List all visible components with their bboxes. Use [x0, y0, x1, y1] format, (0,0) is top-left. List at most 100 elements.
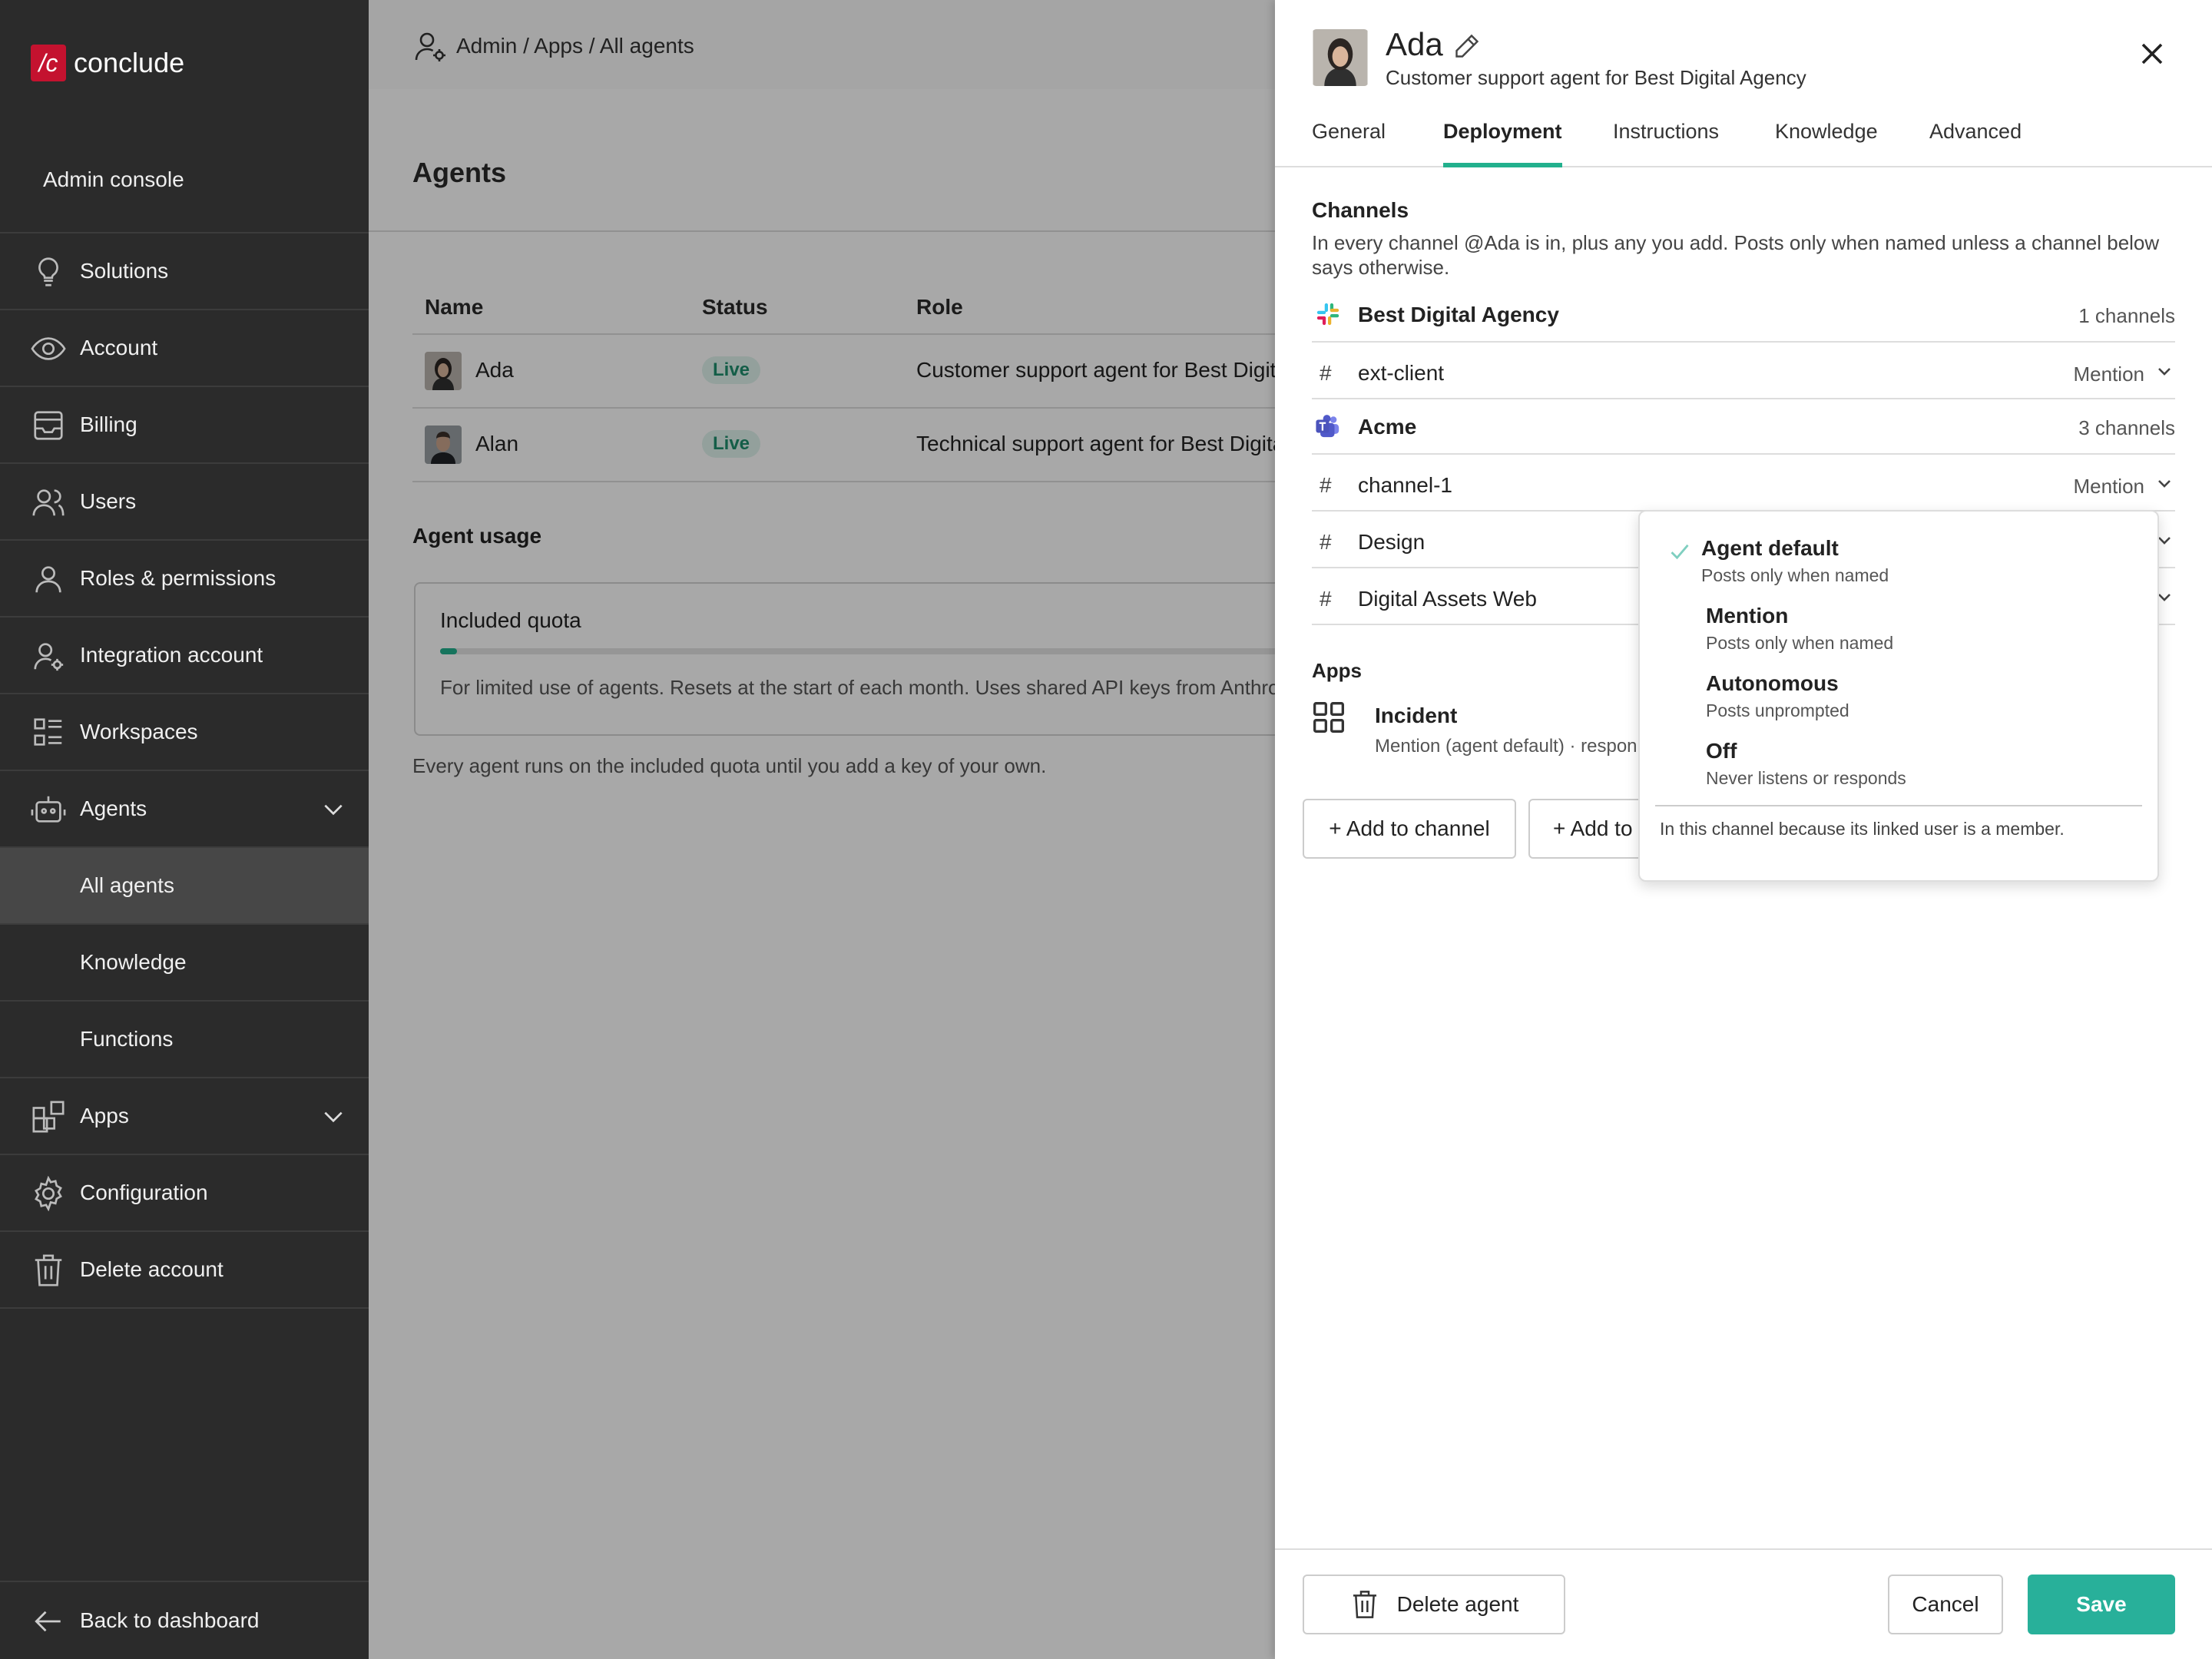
channel-name: ext-client	[1358, 361, 1445, 385]
channel-mode-select[interactable]: Mention	[2074, 363, 2145, 386]
menu-item-description: Posts unprompted	[1706, 700, 1849, 720]
sidebar-item-users[interactable]: Users	[0, 464, 369, 541]
pencil-icon[interactable]	[1453, 32, 1481, 60]
check-icon	[1671, 544, 1689, 560]
robot-icon	[31, 796, 66, 823]
sidebar-item-label: Billing	[80, 412, 137, 436]
eye-icon	[31, 337, 66, 360]
sidebar-item-all-agents[interactable]: All agents	[0, 848, 369, 925]
menu-item-label: Agent default	[1701, 536, 1839, 560]
chevron-down-icon[interactable]	[2155, 363, 2174, 381]
sidebar-nav: Solutions Account Billing Users Roles & …	[0, 232, 369, 1309]
menu-item-agent-default[interactable]: Agent default Posts only when named	[1640, 525, 2157, 593]
channel-row[interactable]: # ext-client Mention	[1312, 343, 2175, 399]
chevron-down-icon[interactable]	[321, 797, 346, 822]
sidebar-item-label: Workspaces	[80, 720, 198, 743]
menu-item-label: Mention	[1706, 604, 1789, 628]
menu-item-off[interactable]: Off Never listens or responds	[1640, 728, 2157, 796]
sidebar-item-label: Configuration	[80, 1181, 208, 1204]
grid-icon	[1313, 702, 1344, 733]
tab-deployment[interactable]: Deployment	[1443, 120, 1562, 167]
cancel-button[interactable]: Cancel	[1888, 1575, 2003, 1634]
sidebar-item-knowledge[interactable]: Knowledge	[0, 925, 369, 1002]
sidebar-item-label: Delete account	[80, 1257, 224, 1281]
menu-item-description: Posts only when named	[1701, 565, 1889, 585]
close-icon[interactable]	[2138, 40, 2166, 68]
divider	[1655, 805, 2142, 806]
arrow-left-icon	[35, 1611, 61, 1632]
list-icon	[34, 718, 62, 746]
sidebar-item-workspaces[interactable]: Workspaces	[0, 694, 369, 771]
channel-mode-menu: Agent default Posts only when named Ment…	[1638, 510, 2159, 882]
apps-icon	[32, 1101, 65, 1133]
admin-console-heading: Admin console	[43, 167, 184, 191]
tab-general[interactable]: General	[1312, 120, 1386, 167]
sidebar-item-functions[interactable]: Functions	[0, 1002, 369, 1078]
sidebar-item-label: Agents	[80, 796, 147, 820]
sidebar-item-agents[interactable]: Agents	[0, 771, 369, 848]
channel-name: Design	[1358, 530, 1426, 554]
avatar	[1312, 29, 1369, 86]
sidebar-item-label: Knowledge	[80, 950, 187, 974]
workspace-row: Best Digital Agency 1 channels	[1312, 286, 2175, 343]
workspace-row: Acme 3 channels	[1312, 398, 2175, 455]
save-button[interactable]: Save	[2028, 1575, 2175, 1634]
menu-item-label: Autonomous	[1706, 671, 1839, 695]
teams-icon	[1316, 415, 1339, 438]
hash-icon: #	[1320, 473, 1332, 497]
menu-item-description: Posts only when named	[1706, 633, 1894, 653]
trash-icon	[1353, 1591, 1376, 1618]
logo[interactable]: /c conclude	[31, 45, 184, 81]
menu-item-autonomous[interactable]: Autonomous Posts unprompted	[1640, 661, 2157, 728]
sidebar-item-apps[interactable]: Apps	[0, 1078, 369, 1155]
app-mode: Mention (agent default) · responds	[1375, 736, 1636, 757]
channels-description: In every channel @Ada is in, plus any yo…	[1312, 231, 2160, 279]
chevron-down-icon[interactable]	[321, 1104, 346, 1129]
sidebar-item-roles-permissions[interactable]: Roles & permissions	[0, 541, 369, 618]
sidebar-item-label: Solutions	[80, 259, 169, 283]
menu-item-label: Off	[1706, 739, 1737, 763]
tab-advanced[interactable]: Advanced	[1929, 120, 2022, 167]
hash-icon: #	[1320, 530, 1332, 554]
channel-name: channel-1	[1358, 473, 1452, 497]
logo-text: conclude	[74, 47, 185, 78]
sidebar-item-label: Functions	[80, 1027, 174, 1051]
trash-icon	[35, 1254, 62, 1286]
users-icon	[32, 489, 65, 516]
gear-icon	[35, 1176, 62, 1211]
channel-name: Digital Assets Web	[1358, 587, 1537, 611]
lightbulb-icon	[38, 257, 58, 286]
workspace-name: Best Digital Agency	[1358, 303, 1559, 326]
logo-mark: /c	[31, 45, 66, 81]
sidebar-item-label: Roles & permissions	[80, 566, 276, 590]
back-to-dashboard-link[interactable]: Back to dashboard	[0, 1581, 369, 1659]
modal-backdrop[interactable]	[369, 0, 1275, 1659]
user-gear-icon	[34, 643, 64, 671]
menu-item-description: Never listens or responds	[1706, 768, 1906, 788]
sidebar-item-integration-account[interactable]: Integration account	[0, 618, 369, 694]
sidebar-item-billing[interactable]: Billing	[0, 387, 369, 464]
add-to-channel-button[interactable]: + Add to channel	[1303, 799, 1516, 859]
menu-item-mention[interactable]: Mention Posts only when named	[1640, 593, 2157, 661]
sidebar-item-configuration[interactable]: Configuration	[0, 1155, 369, 1232]
drawer-tabs: General Deployment Instructions Knowledg…	[1275, 115, 2212, 167]
agent-subtitle: Customer support agent for Best Digital …	[1386, 66, 1806, 89]
channel-row[interactable]: # channel-1 Mention	[1312, 455, 2175, 512]
sidebar-item-label: Account	[80, 336, 158, 359]
hash-icon: #	[1320, 361, 1332, 385]
user-icon	[35, 566, 61, 593]
sidebar-item-solutions[interactable]: Solutions	[0, 233, 369, 310]
workspace-channel-count: 3 channels	[2078, 416, 2175, 439]
tab-knowledge[interactable]: Knowledge	[1775, 120, 1878, 167]
sidebar-item-account[interactable]: Account	[0, 310, 369, 387]
sidebar-item-delete-account[interactable]: Delete account	[0, 1232, 369, 1309]
delete-agent-button[interactable]: Delete agent	[1303, 1575, 1565, 1634]
channel-mode-select[interactable]: Mention	[2074, 475, 2145, 498]
hash-icon: #	[1320, 587, 1332, 611]
tab-instructions[interactable]: Instructions	[1613, 120, 1719, 167]
sidebar-item-label: All agents	[80, 873, 174, 897]
sidebar: /c conclude Admin console Solutions Acco…	[0, 0, 369, 1659]
apps-title: Apps	[1312, 659, 1362, 682]
menu-note: In this channel because its linked user …	[1660, 819, 2065, 839]
chevron-down-icon[interactable]	[2155, 475, 2174, 493]
